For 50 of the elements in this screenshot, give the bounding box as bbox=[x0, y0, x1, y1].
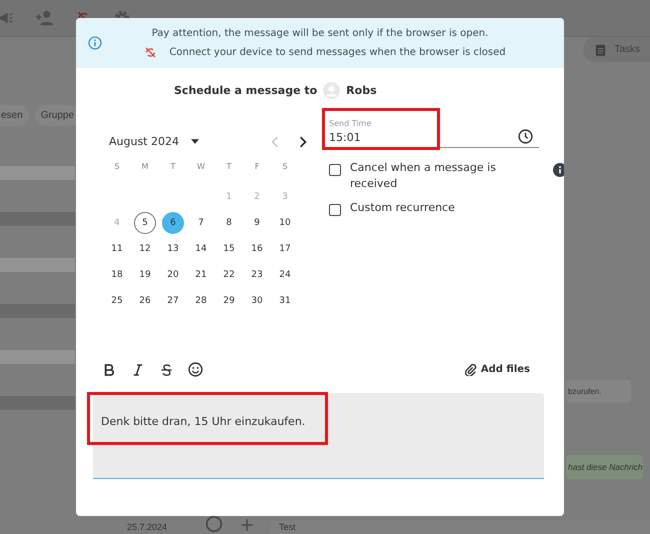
dialog-title: Schedule a message to bbox=[174, 84, 318, 97]
field-value: 15:01 bbox=[329, 131, 362, 144]
calendar-day[interactable]: 31 bbox=[274, 290, 296, 312]
calendar-day[interactable]: 6 bbox=[162, 212, 184, 234]
calendar-day[interactable]: 8 bbox=[218, 212, 240, 234]
date-label: 25.7.2024 bbox=[127, 522, 168, 534]
calendar-day[interactable]: 12 bbox=[134, 238, 156, 260]
calendar-day[interactable]: 19 bbox=[134, 264, 156, 286]
calendar-day[interactable]: 28 bbox=[190, 290, 212, 312]
weekday-label: M bbox=[140, 162, 150, 173]
weekday-label: S bbox=[281, 162, 289, 173]
weekday-label: T bbox=[170, 162, 176, 173]
calendar-day[interactable]: 29 bbox=[218, 290, 240, 312]
weekday-label: S bbox=[113, 162, 121, 173]
calendar-day[interactable]: 18 bbox=[106, 264, 128, 286]
calendar-day[interactable]: 30 bbox=[246, 290, 268, 312]
calendar-day[interactable]: 13 bbox=[162, 238, 184, 260]
option-label: Custom recurrence bbox=[350, 200, 456, 216]
message-text: Denk bitte dran, 15 Uhr einzukaufen. bbox=[101, 415, 306, 428]
field-label: Send Time bbox=[329, 119, 372, 128]
calendar-day[interactable]: 17 bbox=[274, 238, 296, 260]
add-files-button[interactable]: Add files bbox=[464, 364, 530, 376]
calendar-day[interactable]: 25 bbox=[106, 290, 128, 312]
message-bubble: bzurufen. bbox=[566, 380, 632, 403]
calendar-day[interactable]: 22 bbox=[218, 264, 240, 286]
calendar-day[interactable]: 15 bbox=[218, 238, 240, 260]
message-bubble: hast diese Nachrich bbox=[566, 455, 643, 479]
calendar-day[interactable]: 9 bbox=[246, 212, 268, 234]
calendar-day[interactable]: 7 bbox=[190, 212, 212, 234]
calendar-day[interactable]: 16 bbox=[246, 238, 268, 260]
weekday-label: T bbox=[226, 162, 232, 173]
weekday-label: F bbox=[254, 162, 260, 173]
option-label: Cancel when a message is received bbox=[350, 160, 497, 192]
calendar-day[interactable]: 10 bbox=[274, 212, 296, 234]
recipient-name: Robs bbox=[346, 84, 377, 97]
calendar-day[interactable]: 21 bbox=[190, 264, 212, 286]
weekday-label: W bbox=[196, 162, 206, 173]
calendar-day[interactable]: 27 bbox=[162, 290, 184, 312]
month-dropdown[interactable]: August 2024 bbox=[109, 135, 199, 148]
notice-text: Connect your device to send messages when the browser is closed bbox=[169, 46, 506, 58]
calendar-day[interactable]: 23 bbox=[246, 264, 268, 286]
calendar-day[interactable]: 14 bbox=[190, 238, 212, 260]
calendar-day[interactable]: 11 bbox=[106, 238, 128, 260]
calendar-day[interactable]: 20 bbox=[162, 264, 184, 286]
calendar-day[interactable]: 26 bbox=[134, 290, 156, 312]
message-field[interactable]: Denk bitte dran, 15 Uhr einzukaufen. bbox=[93, 393, 544, 479]
send-time-field[interactable]: Send Time 15:01 bbox=[329, 115, 539, 148]
calendar-day[interactable]: 24 bbox=[274, 264, 296, 286]
calendar-day[interactable]: 5 bbox=[134, 212, 156, 234]
notice-text: Pay attention, the message will be sent only if the browser is open. bbox=[152, 28, 488, 38]
